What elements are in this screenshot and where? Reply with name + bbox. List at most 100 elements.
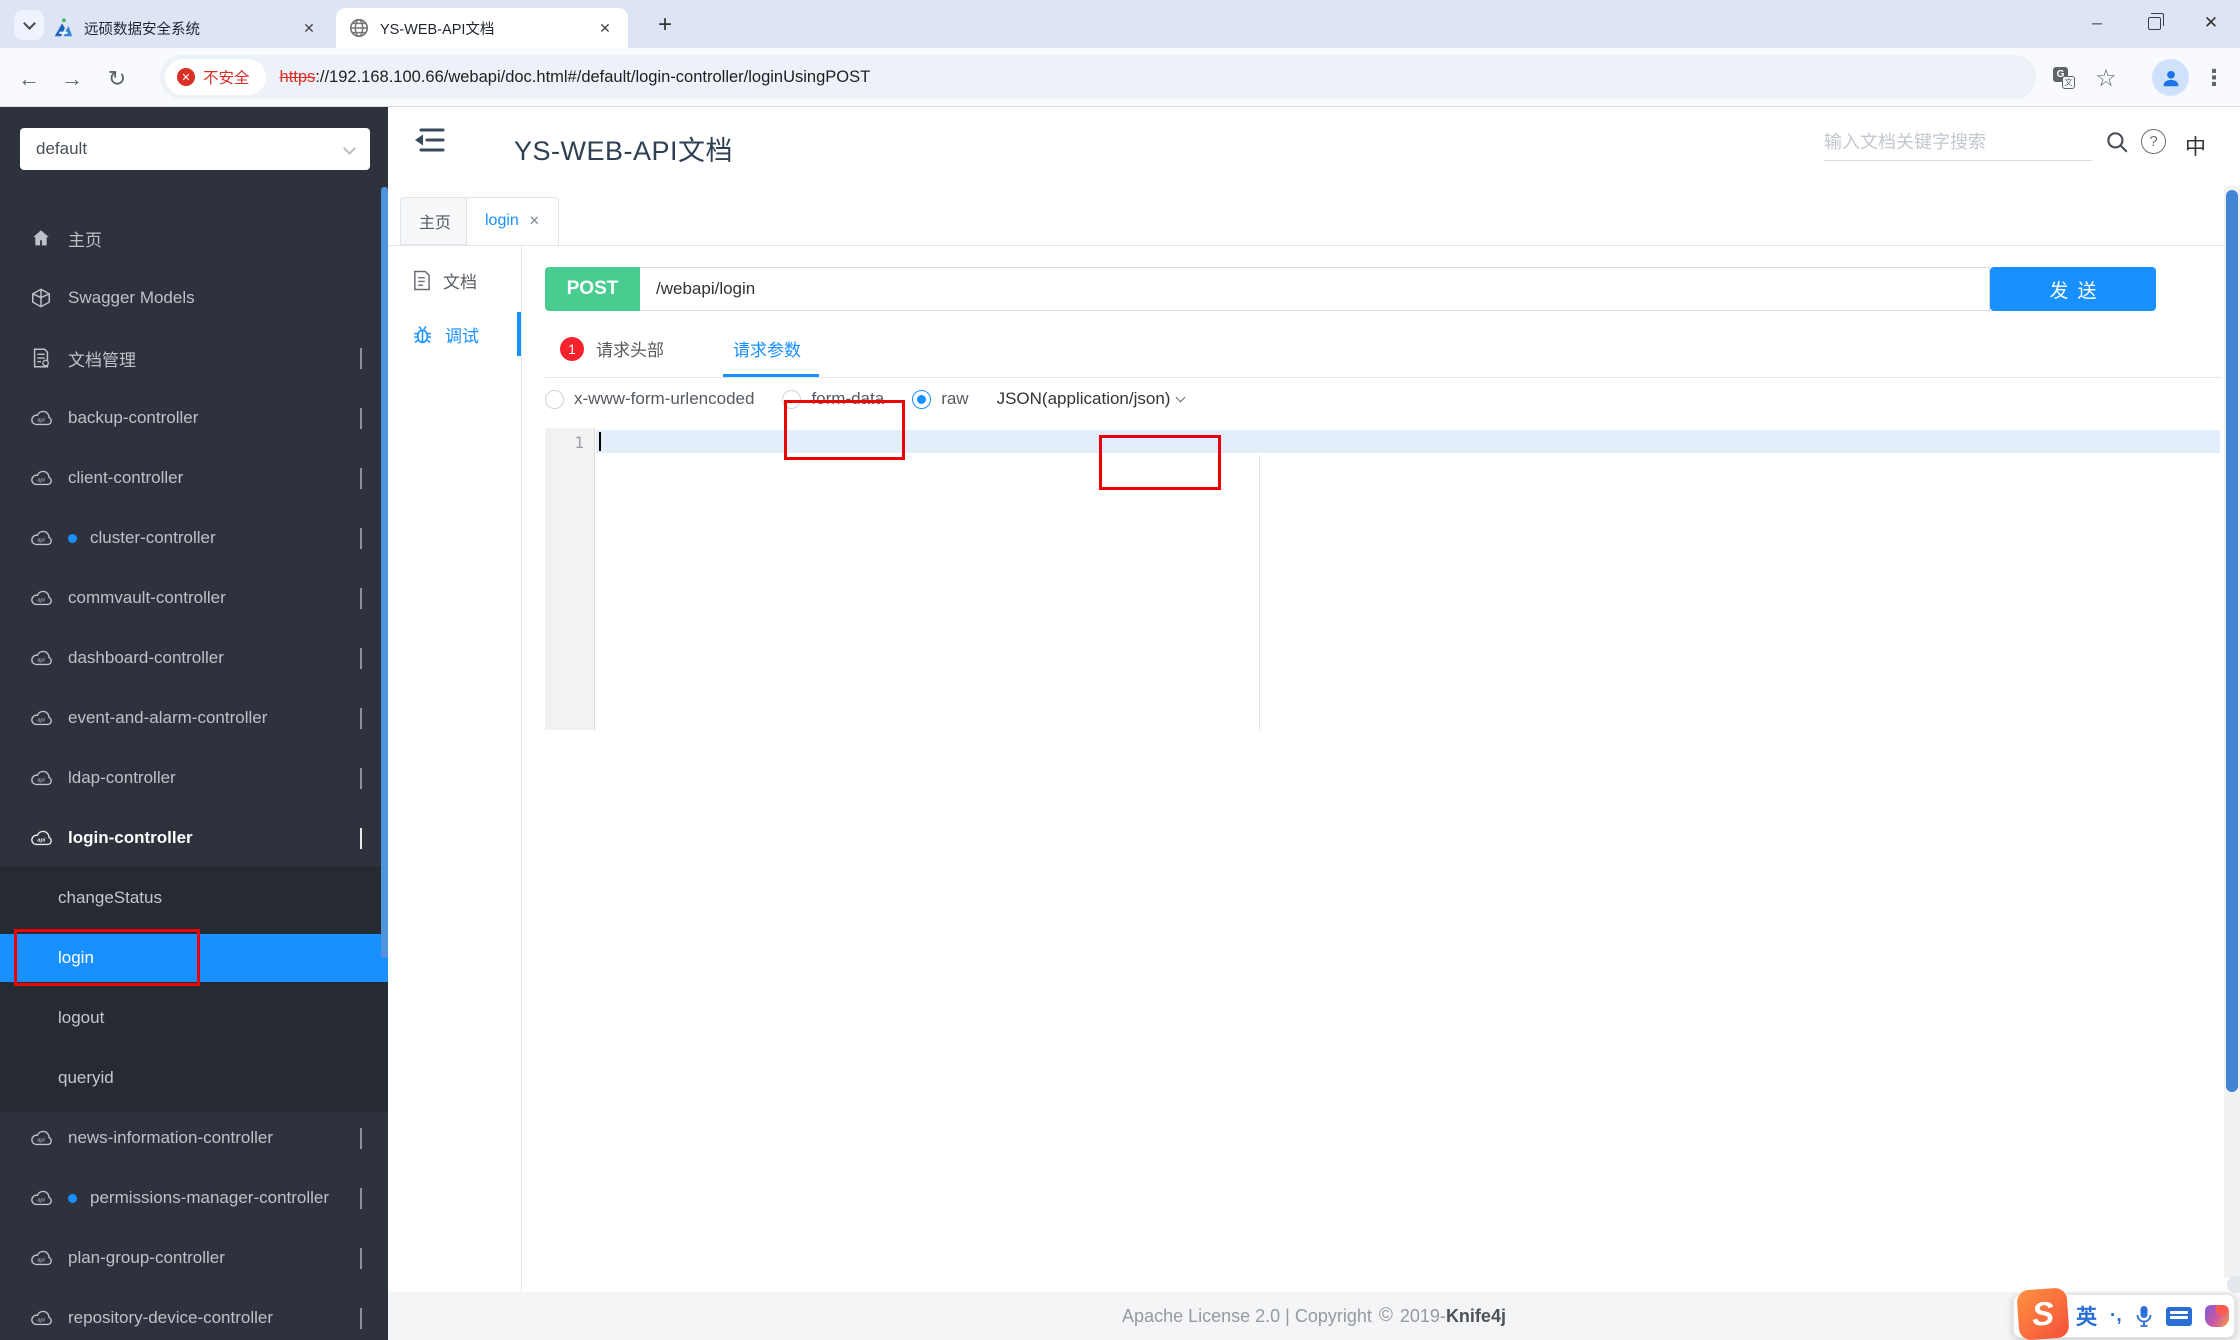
restore-icon [2147,12,2164,30]
sidebar-item-label: ldap-controller [68,768,176,787]
browser-menu-icon[interactable] [2196,60,2232,96]
help-icon[interactable]: ? [2141,129,2166,154]
security-label: 不安全 [203,70,250,87]
sidebar-item-label: client-controller [68,468,184,487]
chevron-down-icon [360,528,362,549]
svg-text:api: api [37,1258,45,1264]
cloud-api-icon: api [30,1127,54,1149]
sidebar-item-cluster-controller[interactable]: api cluster-controller [0,514,388,562]
sidebar-item-ldap-controller[interactable]: api ldap-controller [0,754,388,802]
translate-icon[interactable]: G文 [2046,60,2082,96]
sogou-logo-icon[interactable]: S [2016,1287,2070,1340]
request-tabs: 1 请求头部 请求参数 [545,328,2222,378]
sidebar-item-login-controller[interactable]: api login-controller [0,814,388,862]
cloud-api-icon: api [30,527,54,549]
sidebar-item-repository-device-controller[interactable]: api repository-device-controller [0,1294,388,1340]
translate-glyph: G文 [2053,67,2075,89]
profile-avatar[interactable] [2152,59,2189,96]
doc-view-item[interactable]: 文档 [388,254,521,306]
sidebar-item-home[interactable]: 主页 [0,214,388,262]
doc-debug-sidebar: 文档 调试 [388,246,522,1292]
radio-raw[interactable] [912,389,932,409]
tab-login[interactable]: login [466,197,559,245]
radio-formdata[interactable] [782,389,802,409]
window-close-button[interactable] [2185,0,2237,46]
sidebar-item-backup-controller[interactable]: api backup-controller [0,394,388,442]
security-chip[interactable]: 不安全 [165,59,266,95]
screen: 远硕数据安全系统 YS-WEB-API文档 ← → ↻ 不安全 https://… [0,0,2240,1340]
bug-icon [414,325,431,343]
sidebar-item-news-information-controller[interactable]: api news-information-controller [0,1114,388,1162]
send-button[interactable]: 发送 [1990,267,2156,311]
tab-close-icon[interactable] [594,17,616,39]
skin-icon[interactable] [2204,1305,2229,1327]
group-select[interactable]: default [20,128,370,170]
keyboard-icon[interactable] [2165,1306,2192,1326]
ime-toolbar: S 英 ·, [2013,1287,2235,1340]
language-glyph: 中 [2185,136,2206,159]
debug-view-label: 调试 [445,326,479,346]
search-icon[interactable] [2104,129,2130,155]
svg-text:api: api [37,1138,45,1144]
window-minimize-button[interactable] [2071,0,2123,46]
radio-label[interactable]: x-www-form-urlencoded [574,389,754,409]
cloud-api-icon: api [30,1307,54,1329]
sidebar-item-label: event-and-alarm-controller [68,708,268,727]
sidebar-item-queryid[interactable]: queryid [0,1054,388,1102]
radio-label[interactable]: raw [941,389,968,409]
tab-close-icon[interactable] [298,17,320,39]
browser-tab-yssys[interactable]: 远硕数据安全系统 [40,8,332,48]
reload-button[interactable]: ↻ [100,62,134,96]
sidebar-item-label: cluster-controller [90,528,216,547]
tab-home[interactable]: 主页 [400,197,471,245]
sidebar-item-logout[interactable]: logout [0,994,388,1042]
chevron-down-icon [343,141,356,155]
content-type-select[interactable]: JSON(application/json) [997,389,1186,409]
chevron-down-icon [360,708,362,729]
sidebar-item-plan-group-controller[interactable]: api plan-group-controller [0,1234,388,1282]
sidebar-scrollbar-thumb[interactable] [381,187,388,958]
chevron-down-icon [360,1308,362,1329]
search-input[interactable] [1824,125,2092,161]
ime-lang-toggle[interactable]: 英 [2076,1301,2097,1331]
svg-text:api: api [37,1198,45,1204]
sidebar-item-client-controller[interactable]: api client-controller [0,454,388,502]
bookmark-star-icon[interactable] [2088,60,2124,96]
language-toggle[interactable]: 中 [2185,131,2206,161]
microphone-icon[interactable] [2135,1305,2153,1327]
floating-dot [2227,1276,2240,1293]
person-icon [2163,70,2178,86]
tab-close-icon[interactable] [529,213,540,229]
ime-punct-toggle[interactable]: ·, [2110,1305,2122,1327]
forward-button[interactable]: → [55,62,89,96]
browser-tab-apidoc[interactable]: YS-WEB-API文档 [336,8,628,48]
tab-request-headers[interactable]: 1 请求头部 [560,336,664,361]
back-button[interactable]: ← [12,62,46,96]
tab-request-params[interactable]: 请求参数 [733,336,801,361]
ys-logo-icon [54,18,73,37]
sidebar-item-permissions-manager-controller[interactable]: api permissions-manager-controller [0,1174,388,1222]
sidebar-item-label: changeStatus [58,888,162,907]
radio-label[interactable]: form-data [811,389,884,409]
menu-fold-icon[interactable] [413,125,447,155]
window-restore-button[interactable] [2128,0,2180,46]
sidebar-item-dashboard-controller[interactable]: api dashboard-controller [0,634,388,682]
debug-view-item[interactable]: 调试 [388,308,521,360]
radio-urlencoded[interactable] [545,389,564,409]
address-bar[interactable]: 不安全 https://192.168.100.66/webapi/doc.ht… [160,55,2036,99]
sidebar-item-commvault-controller[interactable]: api commvault-controller [0,574,388,622]
new-tab-button[interactable] [650,10,680,40]
sidebar-item-doc-manage[interactable]: 文档管理 [0,334,388,382]
sidebar-item-event-and-alarm-controller[interactable]: api event-and-alarm-controller [0,694,388,742]
request-path-field[interactable]: /webapi/login [640,267,1990,311]
page-scrollbar-thumb[interactable] [2226,190,2238,1092]
sidebar-item-changestatus[interactable]: changeStatus [0,874,388,922]
main-panel: YS-WEB-API文档 ? 中 主页 login 文档 [388,107,2240,1340]
http-method-badge: POST [545,267,640,311]
sidebar-item-login[interactable]: login [0,934,388,982]
browser-tab-title: YS-WEB-API文档 [380,21,495,38]
sidebar-item-swagger-models[interactable]: Swagger Models [0,274,388,322]
body-editor[interactable]: 1 [545,428,2222,730]
sidebar-item-label: login-controller [68,828,193,847]
editor-active-line [596,430,2220,453]
